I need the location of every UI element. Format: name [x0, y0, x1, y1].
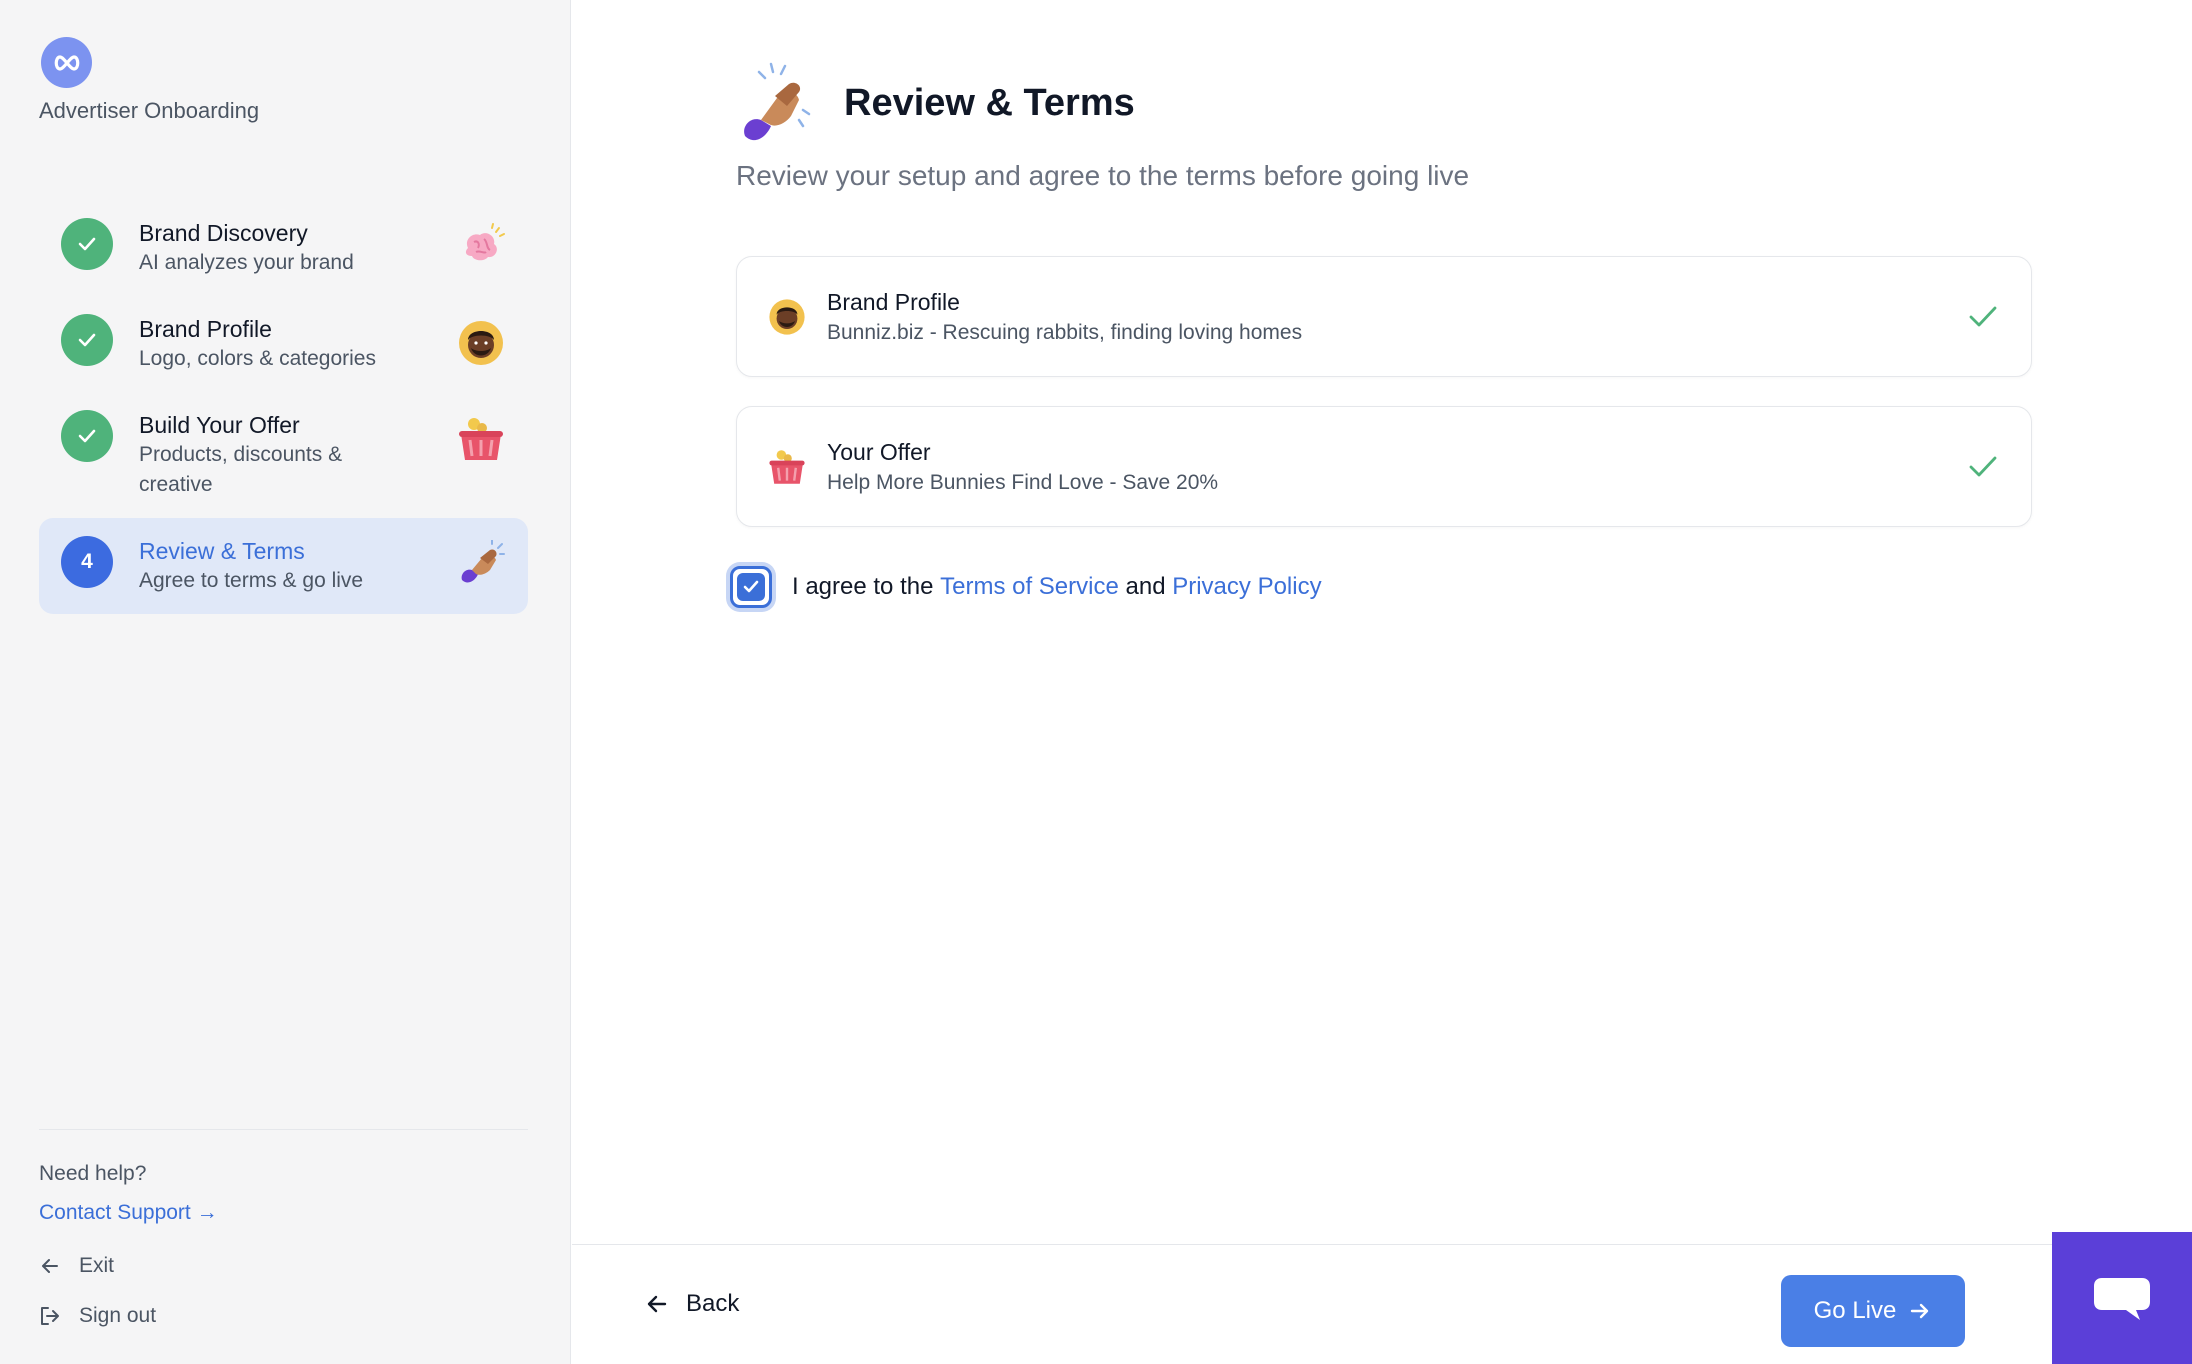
handshake-icon — [744, 62, 811, 141]
back-label: Back — [686, 1290, 740, 1317]
check-icon — [61, 314, 113, 366]
step-brand-discovery[interactable]: Brand Discovery AI analyzes your brand — [39, 200, 528, 296]
card-description: Help More Bunnies Find Love - Save 20% — [827, 470, 1219, 494]
exit-button[interactable]: Exit — [39, 1254, 114, 1278]
main-content: Review & Terms Review your setup and agr… — [572, 0, 2192, 1364]
summary-card-your-offer[interactable]: Your Offer Help More Bunnies Find Love -… — [736, 406, 2032, 527]
step-title: Build Your Offer — [139, 412, 300, 438]
card-description: Bunniz.biz - Rescuing rabbits, finding l… — [827, 320, 1303, 344]
agree-prefix: I agree to the — [792, 573, 934, 600]
basket-icon — [459, 418, 503, 460]
contact-support-link[interactable]: Contact Support → — [39, 1201, 218, 1225]
app-subtitle: Advertiser Onboarding — [39, 98, 260, 123]
page-subtitle: Review your setup and agree to the terms… — [736, 160, 1470, 191]
check-icon — [61, 218, 113, 270]
go-live-button[interactable]: Go Live — [1781, 1275, 1965, 1347]
basket-icon — [769, 449, 805, 484]
avatar-icon — [459, 321, 503, 365]
exit-label: Exit — [79, 1254, 115, 1277]
card-title: Brand Profile — [827, 288, 960, 315]
sign-out-icon — [41, 1307, 59, 1325]
agree-and: and — [1125, 573, 1166, 600]
arrow-left-icon — [647, 1295, 667, 1313]
arrow-right-icon — [1911, 1303, 1929, 1319]
sign-out-label: Sign out — [79, 1304, 157, 1327]
sign-out-button[interactable]: Sign out — [39, 1304, 156, 1328]
chat-bubble-icon — [2094, 1278, 2150, 1320]
terms-agreement: I agree to the Terms of Service and Priv… — [730, 566, 1322, 608]
step-number: 4 — [61, 536, 113, 588]
chat-widget-button[interactable] — [2052, 1232, 2192, 1364]
brain-icon — [465, 223, 505, 261]
back-button[interactable]: Back — [644, 1290, 739, 1318]
privacy-policy-link[interactable]: Privacy Policy — [1172, 573, 1321, 601]
step-title: Brand Discovery — [139, 220, 308, 246]
sidebar: Advertiser Onboarding Brand Discovery AI… — [0, 0, 571, 1364]
step-description: Agree to terms & go live — [139, 569, 364, 592]
go-live-label: Go Live — [1813, 1297, 1897, 1324]
step-brand-profile[interactable]: Brand Profile Logo, colors & categories — [39, 296, 528, 392]
agree-checkbox[interactable] — [730, 566, 772, 608]
step-description: Logo, colors & categories — [139, 347, 376, 370]
check-icon — [1969, 456, 1997, 476]
check-icon — [61, 410, 113, 462]
arrow-left-icon — [42, 1259, 58, 1273]
step-list: Brand Discovery AI analyzes your brand B… — [39, 200, 528, 614]
step-description: Products, discounts & creative — [139, 443, 343, 496]
check-icon — [743, 580, 759, 593]
handshake-icon — [461, 540, 505, 583]
step-title: Review & Terms — [139, 538, 305, 564]
card-title: Your Offer — [827, 438, 931, 465]
footer-divider — [572, 1244, 2192, 1245]
step-description: AI analyzes your brand — [139, 251, 354, 274]
summary-card-brand-profile[interactable]: Brand Profile Bunniz.biz - Rescuing rabb… — [736, 256, 2032, 377]
sidebar-divider — [39, 1129, 528, 1130]
logo-icon — [41, 37, 92, 88]
step-review-terms[interactable]: 4 Review & Terms Agree to terms & go liv… — [39, 518, 528, 614]
page-title: Review & Terms — [844, 82, 1135, 124]
step-build-offer[interactable]: Build Your Offer Products, discounts & c… — [39, 392, 528, 518]
help-label: Need help? — [39, 1162, 147, 1185]
step-title: Brand Profile — [139, 316, 272, 342]
avatar-icon — [769, 298, 805, 335]
check-icon — [1969, 306, 1997, 326]
terms-of-service-link[interactable]: Terms of Service — [940, 573, 1119, 601]
